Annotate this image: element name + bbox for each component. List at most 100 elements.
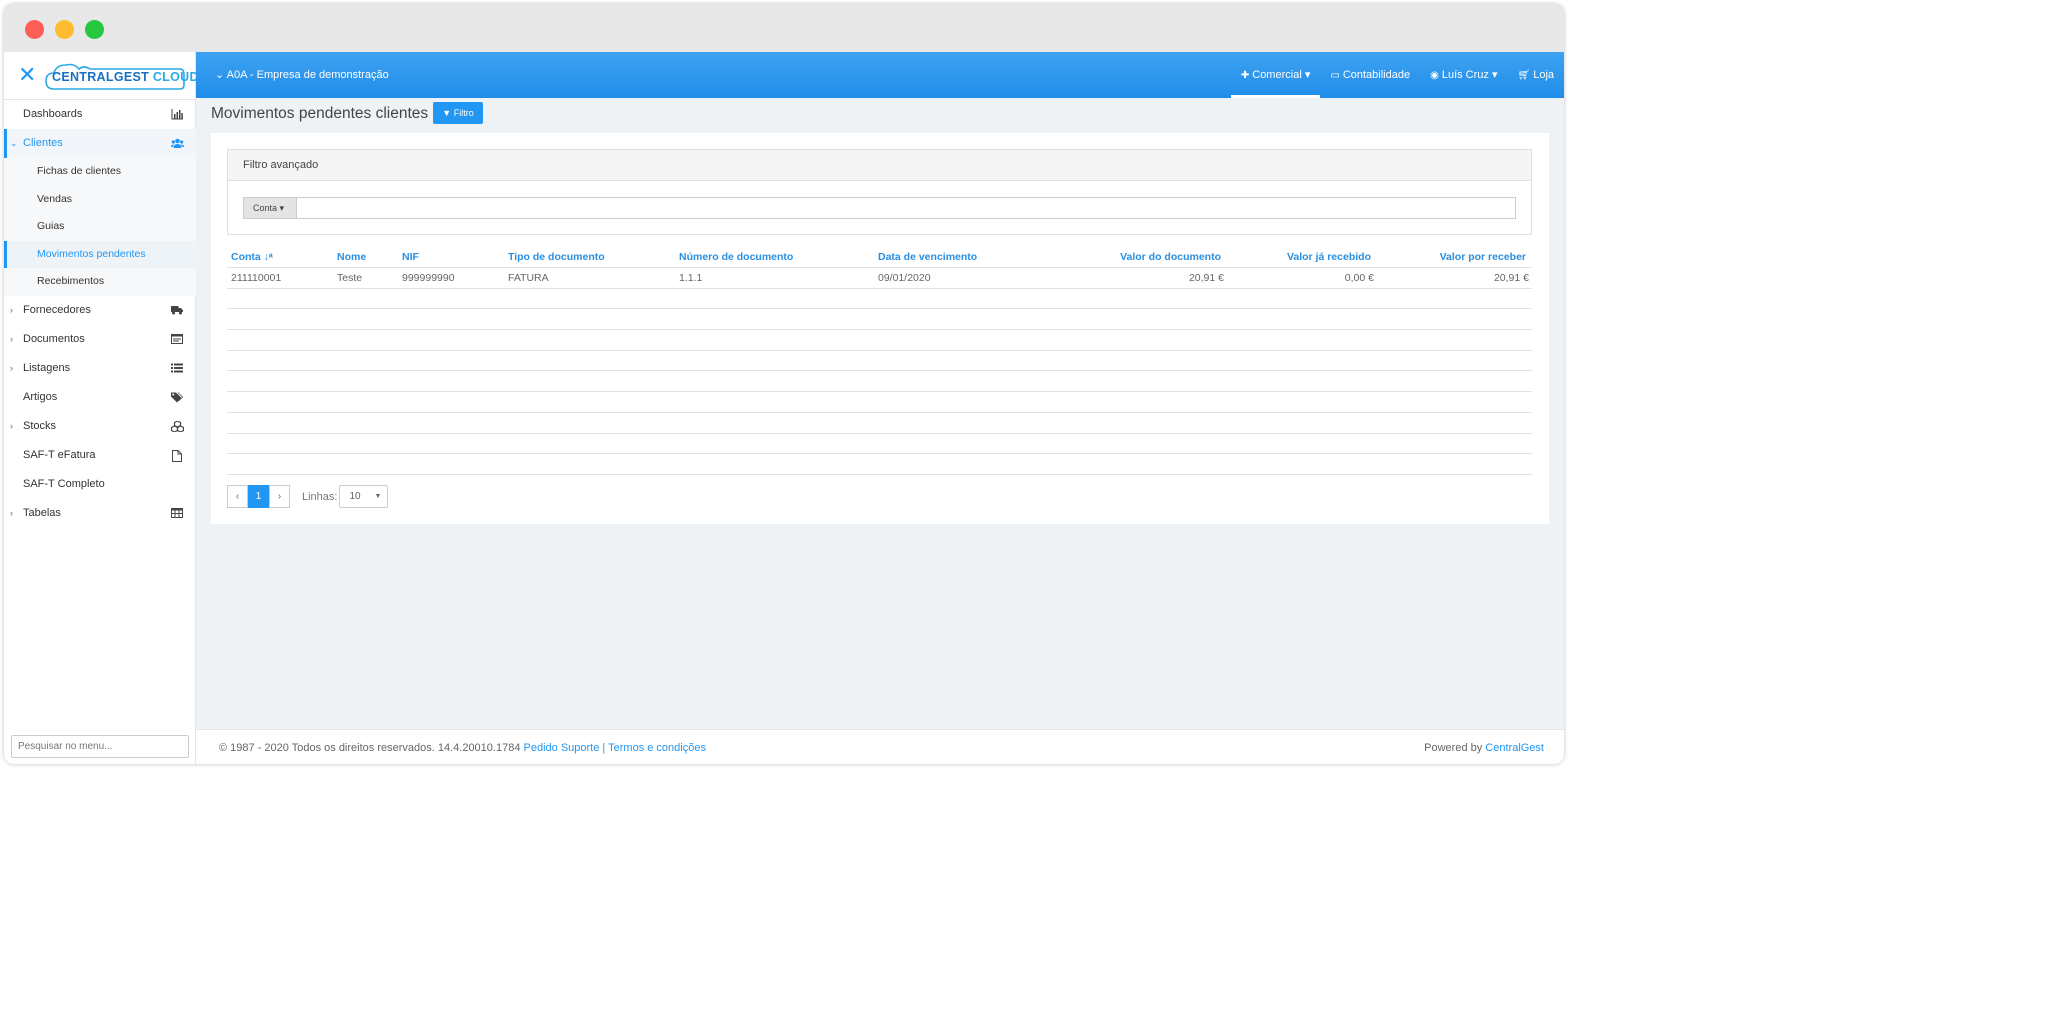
empty-row: [227, 330, 1532, 351]
cell-data: 09/01/2020: [878, 272, 931, 284]
close-window-button[interactable]: [25, 20, 44, 39]
empty-row: [227, 434, 1532, 455]
sidebar-item-label: SAF-T eFatura: [23, 448, 96, 461]
terms-link[interactable]: Termos e condições: [608, 742, 706, 754]
next-page-button[interactable]: ›: [269, 485, 290, 508]
chevron-right-icon: ›: [10, 333, 13, 344]
sidebar-nav: Dashboards ⌄ Clientes Fichas de clientes…: [4, 100, 196, 528]
minimize-window-button[interactable]: [55, 20, 74, 39]
lines-select[interactable]: 10 ▼: [339, 485, 389, 508]
copyright-text: © 1987 - 2020 Todos os direitos reservad…: [219, 742, 521, 754]
sidebar-subitem-guias[interactable]: Guias: [4, 213, 196, 241]
caret-down-icon: ▾: [1491, 69, 1498, 81]
filter-button-label: Filtro: [453, 108, 474, 118]
cell-valor-documento: 20,91 €: [1188, 272, 1224, 284]
caret-down-icon: ▾: [1304, 69, 1311, 81]
conta-dropdown[interactable]: Conta ▾: [243, 197, 297, 219]
content-card: Filtro avançado Conta ▾ Conta ↓ᵃ Nome NI…: [211, 133, 1549, 524]
empty-row: [227, 289, 1532, 310]
topnav-loja[interactable]: 🛒︎ Loja: [1508, 52, 1565, 98]
truck-icon: [171, 305, 183, 316]
top-nav: ✚ Comercial ▾ ▭ Contabilidade ◉ Luís Cruz ▾…: [1230, 52, 1565, 98]
puzzle-icon: ✚: [1240, 70, 1250, 81]
cart-icon: 🛒︎: [1517, 70, 1531, 81]
page-title: Movimentos pendentes clientes: [211, 105, 429, 122]
logo-part2: CLOUD: [152, 70, 199, 84]
logo-part1: CENTRALGEST: [52, 70, 150, 84]
sidebar-subitem-vendas[interactable]: Vendas: [4, 185, 196, 213]
topnav-comercial[interactable]: ✚ Comercial ▾: [1230, 52, 1321, 98]
lines-value: 10: [349, 491, 361, 502]
col-label: Conta: [231, 251, 261, 263]
sidebar-subitem-fichas[interactable]: Fichas de clientes: [4, 158, 196, 186]
topnav-label: Contabilidade: [1342, 69, 1411, 81]
sidebar-item-saft-completo[interactable]: SAF-T Completo: [4, 470, 196, 499]
company-selector[interactable]: ⌄ A0A - Empresa de demonstração: [215, 68, 389, 81]
topnav-label: Luís Cruz: [1441, 69, 1489, 81]
company-name: A0A - Empresa de demonstração: [226, 69, 389, 81]
col-valor-documento[interactable]: Valor do documento: [1120, 251, 1221, 263]
file-icon: [171, 449, 183, 462]
col-valor-por-receber[interactable]: Valor por receber: [1440, 251, 1526, 263]
sidebar-item-label: Tabelas: [23, 506, 61, 519]
chevron-right-icon: ›: [10, 304, 13, 315]
col-nif[interactable]: NIF: [402, 251, 419, 263]
topnav-contabilidade[interactable]: ▭ Contabilidade: [1320, 52, 1420, 98]
sidebar-item-artigos[interactable]: Artigos: [4, 383, 196, 412]
logo-text: CENTRALGEST CLOUD: [52, 70, 199, 84]
advanced-filter-panel: Filtro avançado Conta ▾: [227, 149, 1532, 235]
col-nome[interactable]: Nome: [337, 251, 366, 263]
sidebar-item-label: Documentos: [23, 332, 85, 345]
sidebar-item-clientes[interactable]: ⌄ Clientes: [4, 129, 196, 158]
main-content: Movimentos pendentes clientes ▼ Filtro F…: [196, 98, 1564, 729]
maximize-window-button[interactable]: [85, 20, 104, 39]
pending-movements-table: Conta ↓ᵃ Nome NIF Tipo de documento Núme…: [227, 247, 1532, 475]
col-data-vencimento[interactable]: Data de vencimento: [878, 251, 977, 263]
cell-nif: 999999990: [402, 272, 455, 284]
sidebar-item-stocks[interactable]: › Stocks: [4, 412, 196, 441]
menu-search-input[interactable]: [11, 735, 189, 758]
cell-conta: 211110001: [231, 272, 282, 284]
sidebar-item-dashboards[interactable]: Dashboards: [4, 100, 196, 129]
sidebar-subitem-movimentos-pendentes[interactable]: Movimentos pendentes: [4, 240, 196, 268]
sidebar-item-fornecedores[interactable]: › Fornecedores: [4, 296, 196, 325]
users-icon: [171, 138, 184, 149]
cell-valor-por-receber: 20,91 €: [1493, 272, 1529, 284]
sidebar-item-tabelas[interactable]: › Tabelas: [4, 499, 196, 528]
support-link[interactable]: Pedido Suporte: [524, 742, 600, 754]
caret-down-icon: ▾: [279, 203, 285, 213]
cell-tipo: FATURA: [508, 272, 549, 284]
page-button-current[interactable]: 1: [248, 485, 269, 508]
conta-filter-input[interactable]: [297, 197, 1516, 219]
col-valor-recebido[interactable]: Valor já recebido: [1287, 251, 1371, 263]
sidebar: ✕ CENTRALGEST CLOUD Dashboards ⌄ Cliente…: [4, 52, 199, 764]
user-circle-icon: ◉: [1430, 70, 1439, 81]
brand-link[interactable]: CentralGest: [1485, 742, 1544, 754]
lines-label: Linhas:: [302, 490, 338, 503]
prev-page-button[interactable]: ‹: [227, 485, 248, 508]
sidebar-item-saft-efatura[interactable]: SAF-T eFatura: [4, 441, 196, 470]
sidebar-subitem-recebimentos[interactable]: Recebimentos: [4, 268, 196, 296]
conta-dropdown-label: Conta: [253, 203, 278, 213]
col-numero-documento[interactable]: Número de documento: [679, 251, 793, 263]
cell-numero: 1.1.1: [679, 272, 703, 284]
chevron-down-icon: ⌄: [215, 69, 225, 81]
list-icon: [171, 363, 183, 374]
col-conta[interactable]: Conta ↓ᵃ: [231, 251, 273, 263]
sidebar-item-listagens[interactable]: › Listagens: [4, 354, 196, 383]
empty-row: [227, 413, 1532, 434]
sidebar-item-label: Stocks: [23, 419, 57, 432]
tags-icon: [171, 392, 183, 403]
cell-nome: Teste: [337, 272, 363, 284]
table-row[interactable]: 211110001 Teste 999999990 FATURA 1.1.1 0…: [227, 268, 1532, 289]
col-tipo-documento[interactable]: Tipo de documento: [508, 251, 605, 263]
close-menu-icon[interactable]: ✕: [18, 64, 36, 86]
document-icon: [171, 333, 183, 345]
filter-button[interactable]: ▼ Filtro: [433, 102, 483, 124]
topnav-user[interactable]: ◉ Luís Cruz ▾: [1420, 52, 1507, 98]
sidebar-item-documentos[interactable]: › Documentos: [4, 325, 196, 354]
sort-asc-icon: ↓ᵃ: [263, 251, 273, 263]
empty-row: [227, 351, 1532, 372]
empty-row: [227, 309, 1532, 331]
table-header: Conta ↓ᵃ Nome NIF Tipo de documento Núme…: [227, 247, 1532, 268]
